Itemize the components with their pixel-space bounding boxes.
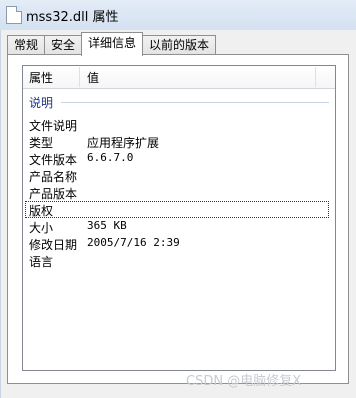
list-item[interactable]: 文件说明 xyxy=(23,116,335,133)
property-name: 文件版本 xyxy=(29,153,78,167)
properties-panel: 常规 安全 详细信息 以前的版本 属性 值 说明 文件说明 类型 应用程序扩展 xyxy=(0,30,356,398)
group-description: 说明 xyxy=(29,94,329,110)
column-separator[interactable] xyxy=(79,67,80,87)
details-tab-body: 属性 值 说明 文件说明 类型 应用程序扩展 文件版本 6.6.7.0 产品名称… xyxy=(7,54,349,384)
property-name: 产品名称 xyxy=(29,170,78,184)
property-value: 365 KB xyxy=(87,219,127,232)
property-value: 2005/7/16 2:39 xyxy=(87,236,180,249)
column-header-value[interactable]: 值 xyxy=(87,69,99,86)
column-separator[interactable] xyxy=(315,67,316,87)
list-header: 属性 值 xyxy=(23,66,335,89)
property-name: 文件说明 xyxy=(29,119,78,133)
file-icon xyxy=(6,6,22,24)
list-item-selected[interactable]: 版权 xyxy=(23,201,335,218)
tab-strip: 常规 安全 详细信息 以前的版本 xyxy=(7,32,217,56)
tab-previous-versions[interactable]: 以前的版本 xyxy=(142,35,217,55)
column-header-property[interactable]: 属性 xyxy=(29,69,53,86)
tab-security[interactable]: 安全 xyxy=(44,35,83,55)
property-name: 类型 xyxy=(29,136,54,150)
property-name: 版权 xyxy=(29,204,54,218)
property-value: 应用程序扩展 xyxy=(87,136,160,150)
property-name: 语言 xyxy=(29,255,54,269)
list-item[interactable]: 大小 365 KB xyxy=(23,218,335,235)
details-list[interactable]: 属性 值 说明 文件说明 类型 应用程序扩展 文件版本 6.6.7.0 产品名称… xyxy=(22,65,336,371)
watermark: CSDN @电脑修复X xyxy=(186,374,302,389)
focus-rectangle xyxy=(25,201,329,218)
group-divider xyxy=(61,102,329,103)
list-item[interactable]: 修改日期 2005/7/16 2:39 xyxy=(23,235,335,252)
list-item[interactable]: 语言 xyxy=(23,252,335,269)
title-bar: mss32.dll 属性 xyxy=(0,0,356,30)
tab-general[interactable]: 常规 xyxy=(7,35,46,55)
property-name: 产品版本 xyxy=(29,187,78,201)
list-item[interactable]: 产品名称 xyxy=(23,167,335,184)
group-label: 说明 xyxy=(29,96,54,110)
property-name: 大小 xyxy=(29,221,54,235)
list-item[interactable]: 类型 应用程序扩展 xyxy=(23,133,335,150)
list-item[interactable]: 产品版本 xyxy=(23,184,335,201)
window-title: mss32.dll 属性 xyxy=(26,10,119,25)
property-value: 6.6.7.0 xyxy=(87,151,134,164)
property-name: 修改日期 xyxy=(29,238,78,252)
tab-details[interactable]: 详细信息 xyxy=(81,32,144,56)
list-item[interactable]: 文件版本 6.6.7.0 xyxy=(23,150,335,167)
